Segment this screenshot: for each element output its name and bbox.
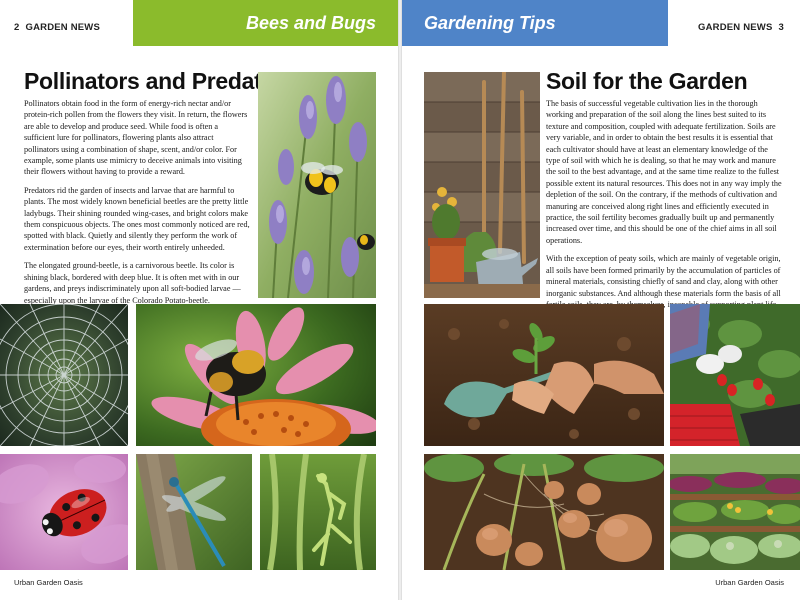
- potato-harvest-photo: [424, 454, 664, 570]
- section-tab-label: Bees and Bugs: [245, 12, 376, 33]
- article-title: Soil for the Garden: [546, 68, 748, 94]
- right-page-header: GARDEN NEWS 3: [692, 22, 784, 33]
- left-page-header: 2 GARDEN NEWS: [14, 22, 106, 33]
- strawberry-harvest-photo: [670, 304, 800, 446]
- praying-mantis-photo: [260, 454, 376, 570]
- article-paragraph: The elongated ground-beetle, is a carniv…: [24, 261, 241, 305]
- section-tab-gardening-tips: Gardening Tips: [402, 0, 668, 46]
- dragonfly-photo: [136, 454, 252, 570]
- left-page-number: 2: [14, 22, 20, 33]
- garden-beds-photo: [670, 454, 800, 570]
- garden-tools-photo: [424, 72, 540, 298]
- planting-seedling-photo: [424, 304, 664, 446]
- right-footer: Urban Garden Oasis: [715, 578, 784, 587]
- page-gutter: [398, 0, 402, 600]
- section-tab-label: Gardening Tips: [424, 12, 556, 33]
- article-body: Pollinators obtain food in the form of e…: [24, 98, 250, 313]
- article-paragraph: Predators rid the garden of insects and …: [24, 185, 250, 252]
- article-paragraph: The basis of successful vegetable cultiv…: [546, 99, 782, 245]
- article-title: Pollinators and Predators: [24, 68, 297, 94]
- bee-on-coneflower-photo: [136, 304, 376, 446]
- left-running-head: GARDEN NEWS: [25, 22, 100, 33]
- section-tab-bees-and-bugs: Bees and Bugs: [133, 0, 398, 46]
- right-page-number: 3: [778, 22, 784, 33]
- article-paragraph: With the exception of peaty soils, which…: [546, 254, 781, 309]
- ladybug-photo: [0, 454, 128, 570]
- right-running-head: GARDEN NEWS: [698, 22, 773, 33]
- article-body: The basis of successful vegetable cultiv…: [546, 98, 782, 317]
- lavender-bee-photo: [258, 72, 376, 298]
- left-footer: Urban Garden Oasis: [14, 578, 83, 587]
- article-paragraph: Pollinators obtain food in the form of e…: [24, 99, 248, 177]
- spider-web-photo: [0, 304, 128, 446]
- magazine-spread: 2 GARDEN NEWS Bees and Bugs Gardening Tip…: [0, 0, 800, 600]
